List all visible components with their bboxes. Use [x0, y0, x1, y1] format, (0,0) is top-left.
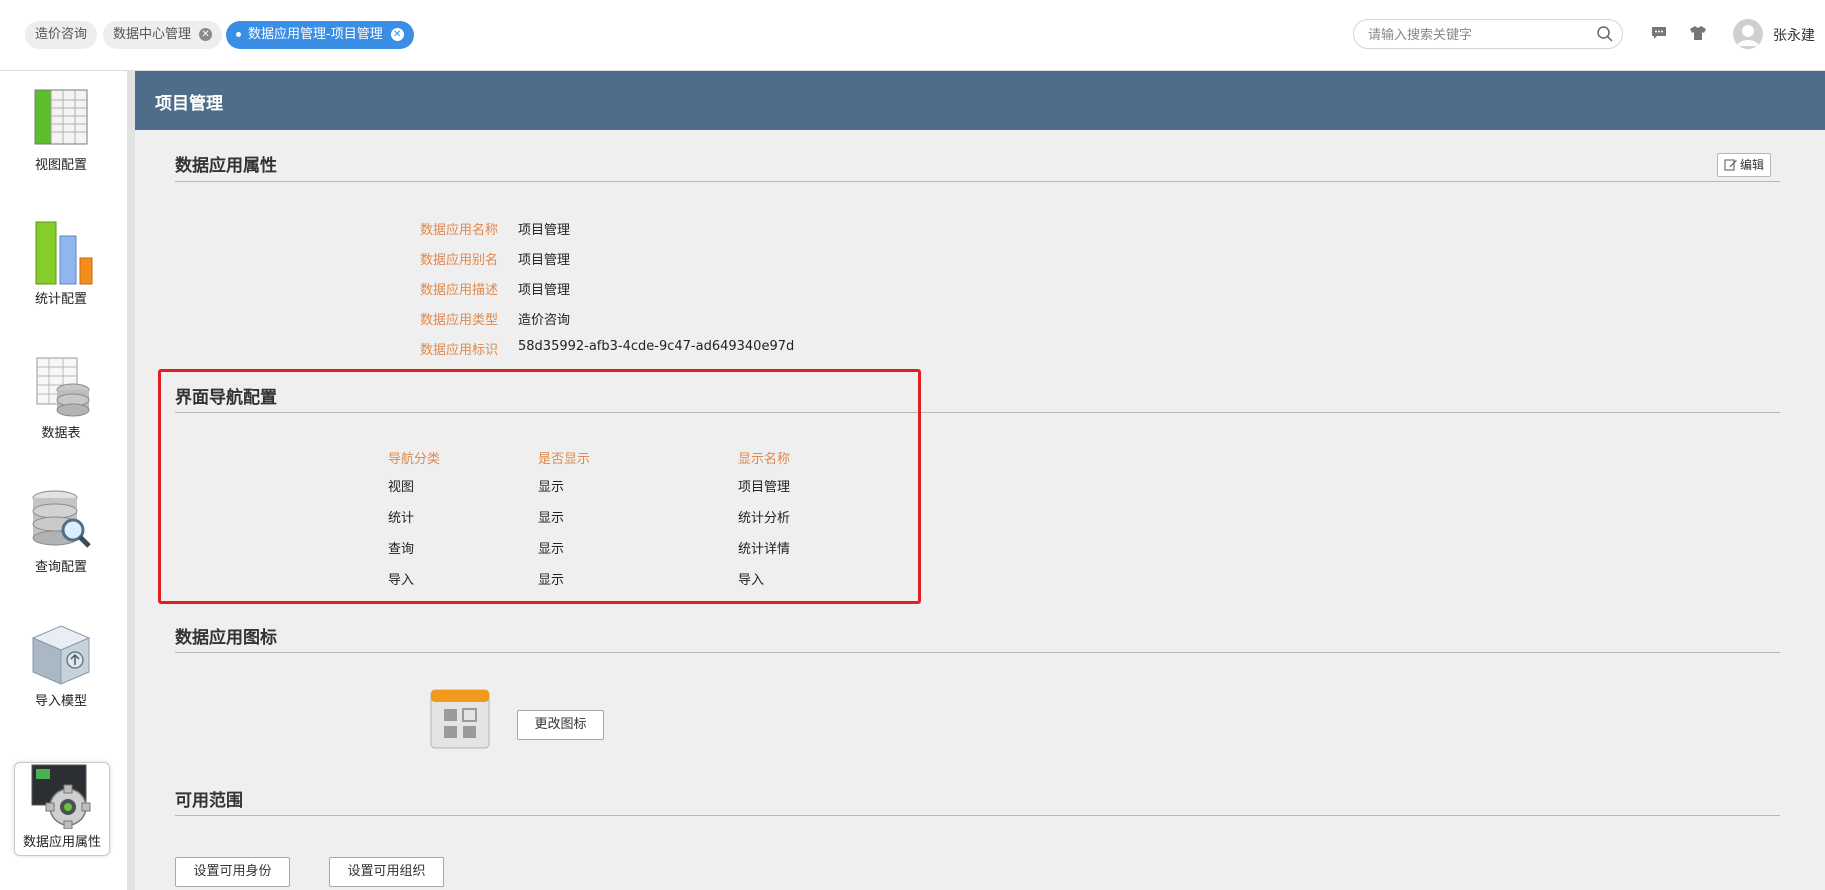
data-table-icon	[36, 357, 90, 417]
tab-data-center-management[interactable]: 数据中心管理 ✕	[103, 21, 223, 49]
sidebar-item-app-properties[interactable]: 数据应用属性	[14, 762, 110, 856]
search-input[interactable]	[1366, 24, 1585, 46]
prop-value-description: 项目管理	[518, 283, 571, 298]
tab-cost-consulting[interactable]: 造价咨询	[25, 21, 98, 49]
set-organization-button[interactable]: 设置可用组织	[329, 857, 444, 887]
tab-label: 造价咨询	[35, 27, 88, 42]
sidebar-item-query-config[interactable]: 查询配置	[14, 488, 108, 580]
top-bar: 造价咨询 数据中心管理 ✕ 数据应用管理-项目管理 ✕ 张永建	[0, 0, 1825, 71]
sidebar-item-label: 视图配置	[34, 158, 87, 173]
search-box	[1353, 19, 1623, 49]
divider	[175, 815, 1780, 816]
sidebar-item-label: 数据表	[41, 426, 81, 441]
app-grid-icon	[430, 689, 490, 749]
prop-label-name: 数据应用名称	[419, 223, 498, 238]
edit-button-label: 编辑	[1739, 158, 1764, 172]
highlight-box	[158, 369, 921, 604]
prop-value-alias: 项目管理	[518, 253, 571, 268]
divider	[175, 652, 1780, 653]
sidebar-item-label: 查询配置	[34, 560, 87, 575]
message-icon[interactable]	[1651, 26, 1667, 40]
sidebar-item-label: 导入模型	[34, 694, 87, 709]
change-icon-button[interactable]: 更改图标	[517, 710, 604, 740]
set-identity-button[interactable]: 设置可用身份	[175, 857, 290, 887]
edit-pencil-icon	[1724, 159, 1737, 171]
close-icon[interactable]: ✕	[199, 28, 213, 41]
username[interactable]: 张永建	[1773, 25, 1815, 45]
prop-label-description: 数据应用描述	[419, 283, 498, 298]
sidebar-item-data-table[interactable]: 数据表	[14, 354, 108, 446]
prop-value-name: 项目管理	[518, 223, 571, 238]
page-header: 项目管理	[135, 71, 1825, 130]
tab-data-app-project-management[interactable]: 数据应用管理-项目管理 ✕	[226, 21, 414, 49]
close-icon[interactable]: ✕	[390, 28, 404, 41]
settings-gear-icon	[31, 764, 91, 829]
sidebar-item-label: 数据应用属性	[22, 835, 101, 850]
tab-label: 数据应用管理-项目管理	[248, 27, 383, 42]
prop-label-identifier: 数据应用标识	[419, 343, 498, 358]
prop-label-type: 数据应用类型	[419, 313, 498, 328]
divider	[175, 181, 1780, 182]
skin-shirt-icon[interactable]	[1690, 26, 1706, 40]
search-icon[interactable]	[1596, 25, 1614, 43]
spreadsheet-icon	[34, 89, 88, 145]
database-search-icon	[32, 490, 91, 548]
user-avatar-icon	[1733, 19, 1763, 49]
prop-value-type: 造价咨询	[518, 313, 571, 328]
edit-button[interactable]: 编辑	[1717, 153, 1771, 177]
active-dot-icon	[236, 32, 241, 37]
section-title-properties: 数据应用属性	[175, 156, 277, 176]
tab-label: 数据中心管理	[113, 27, 192, 42]
left-sidebar: 视图配置 统计配置 数据表 查询配置 导入模型 数据应用属性	[0, 71, 135, 890]
sidebar-item-stats-config[interactable]: 统计配置	[14, 220, 108, 312]
sidebar-item-view-config[interactable]: 视图配置	[14, 86, 108, 178]
import-box-icon	[31, 625, 91, 685]
avatar[interactable]	[1733, 19, 1763, 49]
prop-label-alias: 数据应用别名	[419, 253, 498, 268]
sidebar-item-label: 统计配置	[34, 292, 87, 307]
page-title: 项目管理	[155, 94, 223, 114]
bar-chart-icon	[35, 221, 93, 285]
section-title-app-icon: 数据应用图标	[175, 628, 277, 648]
prop-value-identifier: 58d35992-afb3-4cde-9c47-ad649340e97d	[518, 339, 795, 354]
section-title-scope: 可用范围	[175, 791, 243, 811]
sidebar-item-import-model[interactable]: 导入模型	[14, 622, 108, 714]
